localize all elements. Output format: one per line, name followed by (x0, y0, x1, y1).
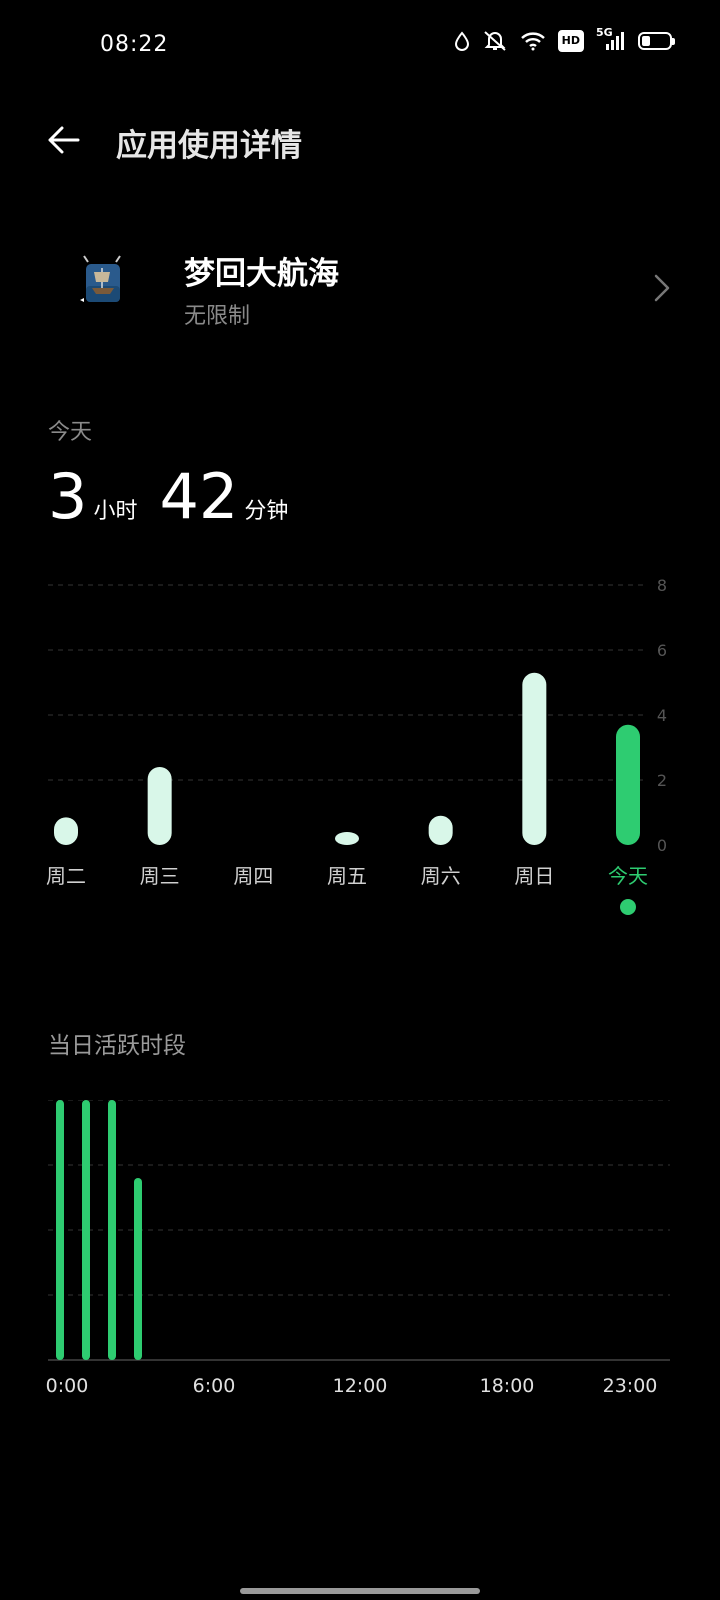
hourly-activity-chart: 0:00 6:00 12:00 18:00 23:00 (46, 1100, 670, 1397)
y-tick-label: 2 (657, 771, 667, 790)
day-label[interactable]: 今天 (608, 864, 648, 888)
status-time: 08:22 (100, 32, 169, 57)
usage-bar[interactable] (522, 672, 547, 845)
battery-icon (638, 32, 675, 50)
selected-day-dot (620, 899, 636, 915)
y-tick-label: 8 (657, 576, 667, 595)
day-label[interactable]: 周六 (421, 864, 461, 888)
app-limit-status: 无限制 (184, 304, 251, 329)
x-tick-label: 18:00 (480, 1375, 535, 1397)
y-tick-label: 6 (657, 641, 667, 660)
activity-bar (134, 1178, 142, 1360)
activity-bar (56, 1100, 64, 1360)
day-label[interactable]: 周日 (514, 864, 554, 888)
drop-icon (454, 31, 470, 51)
usage-minutes-unit: 分钟 (244, 499, 289, 524)
hd-icon: HD (557, 30, 584, 52)
today-usage: 3 小时 42 分钟 (48, 460, 310, 533)
y-tick-label: 0 (657, 836, 667, 855)
activity-bar (108, 1100, 116, 1360)
today-label: 今天 (48, 420, 93, 445)
status-icons: HD 5G (454, 26, 675, 52)
usage-bar[interactable] (147, 767, 172, 845)
x-tick-label: 23:00 (603, 1375, 658, 1397)
wifi-icon (520, 31, 546, 51)
day-label[interactable]: 周五 (327, 864, 367, 888)
usage-minutes: 42 (159, 460, 239, 533)
usage-bar[interactable] (335, 832, 359, 845)
chevron-right-icon (652, 272, 672, 304)
active-periods-title: 当日活跃时段 (48, 1033, 186, 1059)
x-tick-label: 12:00 (333, 1375, 388, 1397)
usage-bar[interactable] (428, 815, 453, 845)
usage-hours: 3 (48, 460, 88, 533)
back-button[interactable] (44, 122, 84, 158)
mute-icon (482, 30, 508, 52)
weekly-usage-chart: 0 2 4 6 8 周二 周三 周四 周五 周六 周日 今天 (46, 576, 667, 915)
y-tick-label: 4 (657, 706, 667, 725)
usage-bar[interactable] (54, 817, 78, 845)
day-label[interactable]: 周四 (233, 864, 273, 888)
x-tick-label: 6:00 (193, 1375, 236, 1397)
home-indicator[interactable] (240, 1588, 480, 1594)
day-label[interactable]: 周三 (140, 864, 180, 888)
5g-signal-icon: 5G (596, 26, 626, 52)
usage-hours-unit: 小时 (93, 499, 138, 524)
usage-bar[interactable] (616, 724, 640, 845)
day-label[interactable]: 周二 (46, 864, 86, 888)
ship-icon (78, 252, 126, 310)
activity-bar (82, 1100, 90, 1360)
page-title: 应用使用详情 (116, 128, 302, 164)
app-name: 梦回大航海 (184, 256, 339, 292)
x-tick-label: 0:00 (46, 1375, 89, 1397)
battery-fill (642, 36, 650, 46)
back-arrow-icon (48, 126, 80, 154)
